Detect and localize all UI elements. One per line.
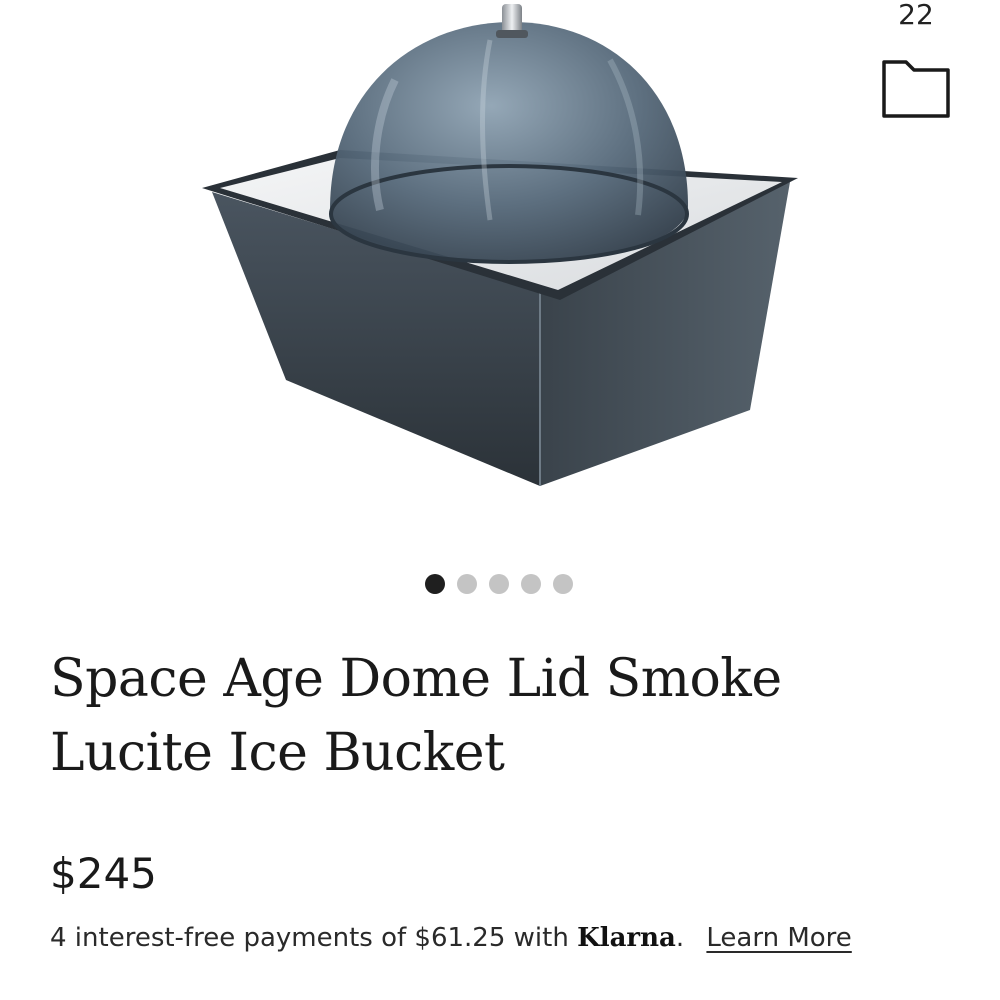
carousel-dot[interactable]: [521, 574, 541, 594]
carousel-dot[interactable]: [489, 574, 509, 594]
folder-icon: [882, 60, 950, 118]
learn-more-link[interactable]: Learn More: [706, 923, 851, 953]
financing-info: 4 interest-free payments of $61.25 with …: [50, 918, 980, 958]
financing-period: .: [675, 923, 685, 953]
carousel-dot[interactable]: [553, 574, 573, 594]
product-image[interactable]: [190, 0, 820, 500]
save-to-folder-button[interactable]: [880, 56, 954, 122]
image-carousel-dots: [0, 574, 999, 594]
product-price: $245: [50, 849, 157, 898]
carousel-dot[interactable]: [457, 574, 477, 594]
product-title: Space Age Dome Lid Smoke Lucite Ice Buck…: [50, 649, 782, 783]
klarna-logo: Klarna: [577, 923, 676, 953]
save-count: 22: [898, 0, 934, 31]
product-page: 22 Space Age Dome Lid Smoke Lucite Ice B…: [0, 0, 1000, 1000]
financing-text: 4 interest-free payments of $61.25 with: [50, 923, 578, 953]
carousel-dot[interactable]: [425, 574, 445, 594]
